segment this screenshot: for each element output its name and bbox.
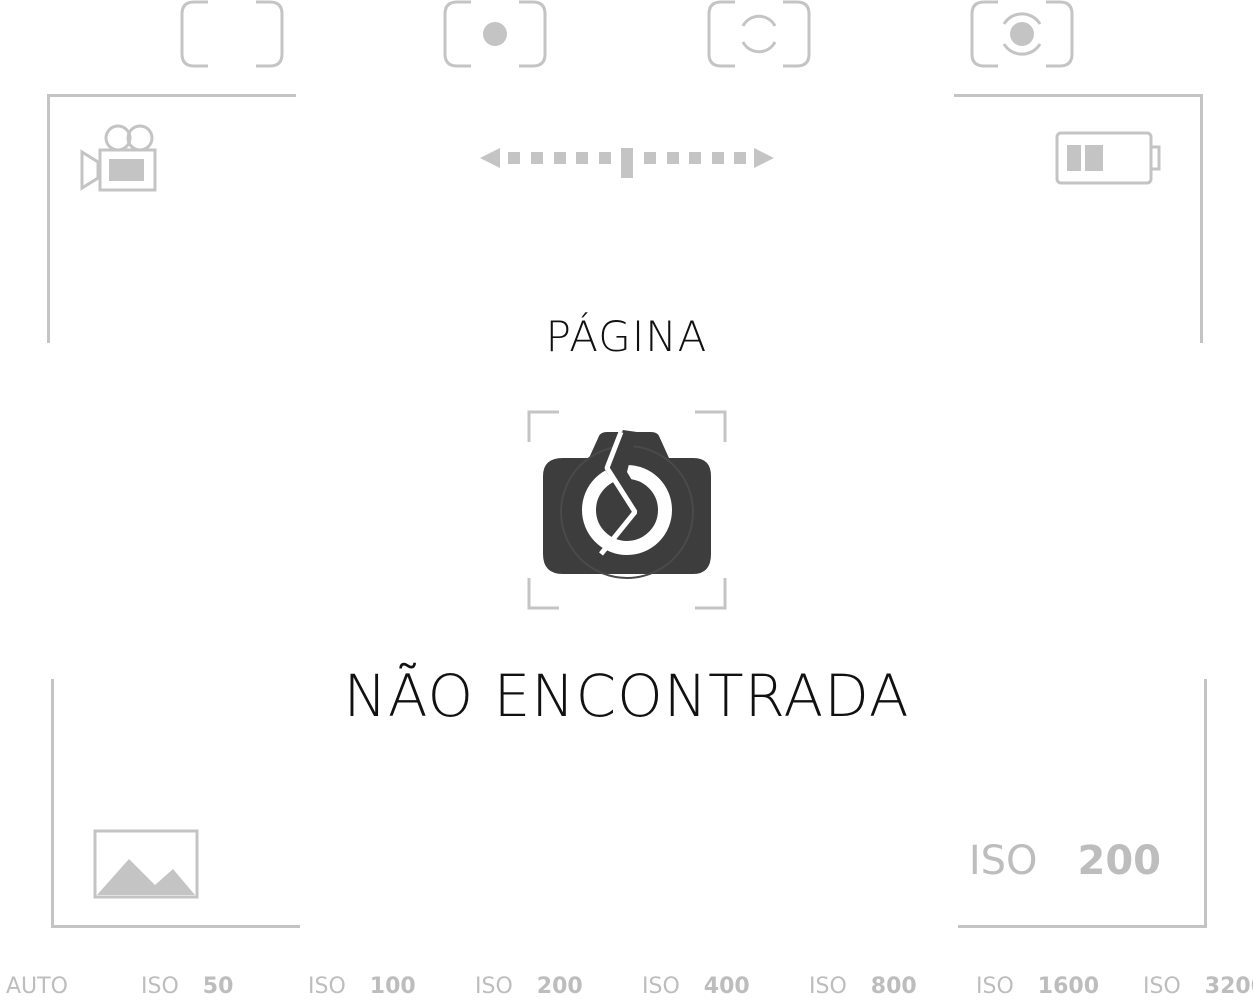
iso-option-label: ISO — [475, 974, 513, 999]
iso-option-value: 200 — [536, 974, 583, 999]
iso-option-label: ISO — [976, 974, 1014, 999]
iso-current-value: 200 — [1077, 838, 1162, 884]
iso-option-label: ISO — [642, 974, 680, 999]
frame-bottom-left-h — [51, 925, 300, 928]
iso-option-label: ISO — [809, 974, 847, 999]
iso-option-800[interactable]: ISO 800 — [809, 974, 917, 999]
iso-option-value: 800 — [870, 974, 917, 999]
iso-option-200[interactable]: ISO 200 — [475, 974, 583, 999]
video-camera-icon[interactable] — [80, 122, 158, 199]
iso-option-label: ISO — [141, 974, 179, 999]
frame-bottom-right-h — [958, 925, 1207, 928]
iso-option-50[interactable]: ISO 50 — [141, 974, 233, 999]
iso-option-value: 1600 — [1037, 974, 1100, 999]
iso-option-100[interactable]: ISO 100 — [308, 974, 416, 999]
exposure-scale-icon — [478, 144, 776, 183]
iso-option-label: ISO — [308, 974, 346, 999]
iso-option-1600[interactable]: ISO 1600 — [976, 974, 1099, 999]
iso-option-label: AUTO — [6, 974, 68, 999]
page-heading: NÃO ENCONTRADA — [343, 662, 910, 730]
frame-top-right-h — [954, 94, 1203, 97]
focus-frame-icon[interactable] — [180, 0, 284, 68]
iso-option-value: 100 — [369, 974, 416, 999]
frame-top-left-h — [47, 94, 296, 97]
iso-option-400[interactable]: ISO 400 — [642, 974, 750, 999]
iso-option-3200[interactable]: ISO 3200 — [1143, 974, 1253, 999]
iso-scale: AUTO ISO 50 ISO 100 ISO 200 ISO 400 ISO 800 I… — [0, 974, 1253, 1000]
battery-half-icon — [1055, 131, 1163, 192]
iso-option-value: 50 — [202, 974, 234, 999]
matrix-metering-icon[interactable] — [970, 0, 1074, 68]
center-weighted-icon[interactable] — [707, 0, 811, 68]
spot-metering-icon[interactable] — [443, 0, 547, 68]
page-title: PÁGINA — [545, 312, 708, 361]
broken-camera-logo-icon — [527, 410, 727, 615]
iso-option-value: 3200 — [1204, 974, 1253, 999]
frame-top-right-v — [1200, 94, 1203, 343]
iso-option-auto[interactable]: AUTO — [6, 974, 92, 999]
iso-option-value: 400 — [703, 974, 750, 999]
gallery-image-icon[interactable] — [93, 829, 201, 906]
iso-current-readout: ISO 200 — [969, 838, 1161, 884]
iso-current-label: ISO — [968, 838, 1038, 884]
iso-option-label: ISO — [1143, 974, 1181, 999]
frame-top-left-v — [47, 94, 50, 343]
